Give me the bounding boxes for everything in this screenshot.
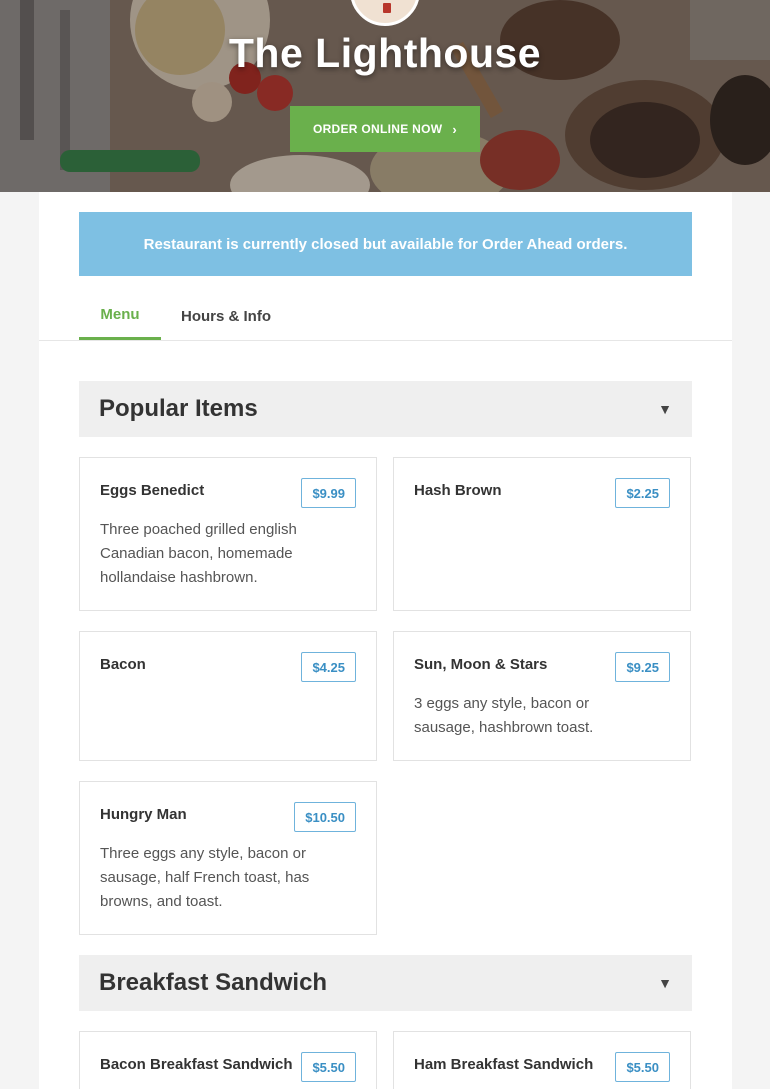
closed-notice: Restaurant is currently closed but avail… — [79, 212, 692, 276]
item-price: $9.25 — [615, 652, 670, 682]
hero-banner: The Lighthouse ORDER ONLINE NOW › — [0, 0, 770, 192]
section-title: Breakfast Sandwich — [99, 969, 328, 996]
section-title: Popular Items — [99, 395, 258, 422]
item-name: Ham Breakfast Sandwich — [414, 1056, 594, 1073]
item-price: $5.50 — [301, 1052, 356, 1082]
item-name: Hash Brown — [414, 482, 502, 499]
item-price: $5.50 — [615, 1052, 670, 1082]
logo-mark — [383, 3, 391, 13]
caret-down-icon: ▼ — [658, 975, 672, 991]
menu-item-bacon[interactable]: Bacon $4.25 — [79, 631, 377, 761]
menu-item-eggs-benedict[interactable]: Eggs Benedict $9.99 Three poached grille… — [79, 457, 377, 611]
item-name: Bacon Breakfast Sandwich — [100, 1056, 293, 1073]
order-online-button[interactable]: ORDER ONLINE NOW › — [290, 106, 480, 152]
menu-item-ham-breakfast-sandwich[interactable]: Ham Breakfast Sandwich $5.50 — [393, 1031, 691, 1089]
menu-item-bacon-breakfast-sandwich[interactable]: Bacon Breakfast Sandwich $5.50 — [79, 1031, 377, 1089]
menu-content: Restaurant is currently closed but avail… — [39, 192, 732, 1089]
chevron-right-icon: › — [452, 121, 458, 137]
restaurant-name: The Lighthouse — [228, 30, 542, 76]
item-description: 3 eggs any style, bacon or sausage, hash… — [414, 695, 594, 736]
menu-item-hungry-man[interactable]: Hungry Man $10.50 Three eggs any style, … — [79, 781, 377, 935]
order-online-label: ORDER ONLINE NOW — [312, 122, 443, 136]
tab-hours-info[interactable]: Hours & Info — [161, 292, 291, 340]
section-header-breakfast-sandwich[interactable]: Breakfast Sandwich ▼ — [79, 955, 692, 1011]
tab-menu[interactable]: Menu — [79, 292, 161, 340]
item-description: Three poached grilled english Canadian b… — [100, 521, 297, 586]
tab-bar: Menu Hours & Info — [39, 292, 732, 341]
item-description: Three eggs any style, bacon or sausage, … — [100, 845, 310, 910]
item-price: $10.50 — [294, 802, 356, 832]
item-name: Sun, Moon & Stars — [414, 656, 548, 673]
hero-overlay — [0, 0, 770, 192]
menu-item-sun-moon-stars[interactable]: Sun, Moon & Stars $9.25 3 eggs any style… — [393, 631, 691, 761]
caret-down-icon: ▼ — [658, 401, 672, 417]
item-price: $2.25 — [615, 478, 670, 508]
item-price: $4.25 — [301, 652, 356, 682]
menu-item-hash-brown[interactable]: Hash Brown $2.25 — [393, 457, 691, 611]
item-price: $9.99 — [301, 478, 356, 508]
section-header-popular-items[interactable]: Popular Items ▼ — [79, 381, 692, 437]
item-name: Bacon — [100, 656, 146, 673]
item-name: Hungry Man — [100, 806, 187, 823]
item-name: Eggs Benedict — [100, 482, 205, 499]
